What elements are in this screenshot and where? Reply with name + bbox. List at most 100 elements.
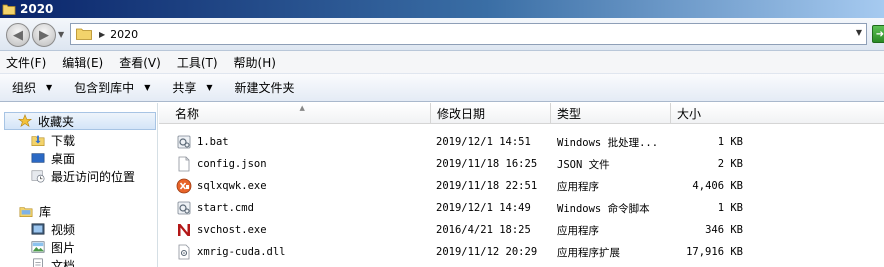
column-header-name[interactable]: 名称 ▲ <box>169 103 431 124</box>
go-arrow-icon: ➜ <box>875 28 884 40</box>
file-list: 1.bat 2019/12/1 14:51 Windows 批处理... 1 K… <box>159 124 884 267</box>
column-header-date[interactable]: 修改日期 <box>431 103 551 124</box>
menu-tools[interactable]: 工具(T) <box>177 54 218 71</box>
address-row: ◀ ▶ ▼ ▶ 2020 ▼ ➜ <box>0 18 884 51</box>
nav-label-libraries: 库 <box>39 204 52 219</box>
picture-icon <box>31 241 45 253</box>
nav-label-documents: 文档 <box>51 258 76 267</box>
nav-item-videos[interactable]: 视频 <box>30 220 75 238</box>
file-row[interactable]: sqlxqwk.exe 2019/11/18 22:51 应用程序 4,406 … <box>159 175 884 197</box>
address-history-dropdown-icon[interactable]: ▼ <box>856 28 862 37</box>
title-bar[interactable]: 2020 <box>0 0 884 18</box>
window-title: 2020 <box>20 2 54 16</box>
chevron-down-icon: ▼ <box>206 83 213 92</box>
folder-icon <box>76 28 92 40</box>
column-label-name: 名称 <box>175 107 200 121</box>
nav-item-libraries[interactable]: 库 <box>18 202 51 220</box>
breadcrumb-folder[interactable]: 2020 <box>110 28 138 41</box>
video-icon <box>31 223 45 235</box>
file-name: 1.bat <box>197 136 229 148</box>
back-arrow-icon: ◀ <box>13 27 23 43</box>
chevron-down-icon: ▼ <box>144 83 151 92</box>
n-exe-icon <box>178 224 190 236</box>
go-button[interactable]: ➜ <box>872 25 884 43</box>
nav-label-favorites: 收藏夹 <box>38 114 75 129</box>
organize-label: 组织 <box>12 81 37 95</box>
column-label-size: 大小 <box>677 107 702 121</box>
file-date: 2016/4/21 18:25 <box>436 224 531 236</box>
nav-label-downloads: 下载 <box>51 133 76 148</box>
file-size: 346 KB <box>705 224 743 236</box>
file-type: Windows 命令脚本 <box>557 202 650 215</box>
new-folder-label: 新建文件夹 <box>234 81 295 95</box>
forward-button[interactable]: ▶ <box>32 23 56 47</box>
column-header-type[interactable]: 类型 <box>551 103 671 124</box>
back-button[interactable]: ◀ <box>6 23 30 47</box>
column-label-type: 类型 <box>557 107 582 121</box>
nav-item-pictures[interactable]: 图片 <box>30 238 75 256</box>
nav-item-desktop[interactable]: 桌面 <box>30 149 75 167</box>
column-header-row: 名称 ▲ 修改日期 类型 大小 <box>159 103 884 124</box>
chevron-down-icon: ▼ <box>46 83 53 92</box>
nav-item-recent-places[interactable]: 最近访问的位置 <box>30 167 135 185</box>
file-type: 应用程序 <box>557 180 599 193</box>
folder-icon <box>2 4 16 15</box>
recent-pages-dropdown-icon[interactable]: ▼ <box>58 30 64 39</box>
cmd-file-icon <box>177 201 191 215</box>
recent-places-icon <box>31 170 45 183</box>
menu-help[interactable]: 帮助(H) <box>234 54 276 71</box>
new-folder-button[interactable]: 新建文件夹 <box>235 79 295 96</box>
nav-label-pictures: 图片 <box>51 240 76 255</box>
xmrig-exe-icon <box>176 178 192 194</box>
downloads-folder-icon <box>31 135 45 146</box>
file-row[interactable]: config.json 2019/11/18 16:25 JSON 文件 2 K… <box>159 153 884 175</box>
file-name: xmrig-cuda.dll <box>197 246 286 258</box>
menu-bar: 文件(F) 编辑(E) 查看(V) 工具(T) 帮助(H) <box>0 51 884 73</box>
batch-file-icon <box>177 135 191 149</box>
file-type: 应用程序扩展 <box>557 246 620 259</box>
file-date: 2019/12/1 14:51 <box>436 136 531 148</box>
file-row[interactable]: start.cmd 2019/12/1 14:49 Windows 命令脚本 1… <box>159 197 884 219</box>
nav-label-recent: 最近访问的位置 <box>51 169 136 184</box>
menu-view[interactable]: 查看(V) <box>119 54 161 71</box>
column-label-date: 修改日期 <box>437 107 486 121</box>
file-date: 2019/11/18 16:25 <box>436 158 538 170</box>
column-header-size[interactable]: 大小 <box>671 103 884 124</box>
file-row[interactable]: svchost.exe 2016/4/21 18:25 应用程序 346 KB <box>159 219 884 241</box>
file-name: sqlxqwk.exe <box>197 180 267 192</box>
breadcrumb-separator-icon[interactable]: ▶ <box>99 30 105 39</box>
file-type: JSON 文件 <box>557 158 610 171</box>
share-label: 共享 <box>172 81 197 95</box>
sort-ascending-icon: ▲ <box>299 104 305 112</box>
nav-item-documents[interactable]: 文档 <box>30 256 75 267</box>
file-row[interactable]: 1.bat 2019/12/1 14:51 Windows 批处理... 1 K… <box>159 131 884 153</box>
address-bar[interactable]: ▶ 2020 ▼ <box>70 23 867 45</box>
file-row[interactable]: xmrig-cuda.dll 2019/11/12 20:29 应用程序扩展 1… <box>159 241 884 263</box>
nav-item-downloads[interactable]: 下载 <box>30 131 75 149</box>
organize-button[interactable]: 组织 ▼ <box>12 79 52 96</box>
star-icon <box>17 114 33 127</box>
nav-item-favorites[interactable]: 收藏夹 <box>4 112 156 130</box>
include-in-library-button[interactable]: 包含到库中 ▼ <box>74 79 150 96</box>
file-size: 1 KB <box>717 136 743 148</box>
file-date: 2019/11/12 20:29 <box>436 246 538 258</box>
file-date: 2019/12/1 14:49 <box>436 202 531 214</box>
share-button[interactable]: 共享 ▼ <box>172 79 212 96</box>
file-date: 2019/11/18 22:51 <box>436 180 538 192</box>
file-type: 应用程序 <box>557 224 599 237</box>
include-library-label: 包含到库中 <box>74 81 135 95</box>
menu-file[interactable]: 文件(F) <box>6 54 46 71</box>
file-size: 1 KB <box>717 202 743 214</box>
nav-label-videos: 视频 <box>51 222 76 237</box>
file-size: 2 KB <box>717 158 743 170</box>
document-icon <box>33 258 43 267</box>
library-icon <box>19 207 33 217</box>
nav-label-desktop: 桌面 <box>51 151 76 166</box>
file-size: 17,916 KB <box>686 246 743 258</box>
file-type: Windows 批处理... <box>557 136 659 149</box>
forward-arrow-icon: ▶ <box>39 27 49 43</box>
menu-edit[interactable]: 编辑(E) <box>62 54 103 71</box>
file-size: 4,406 KB <box>692 180 743 192</box>
navigation-pane[interactable]: 收藏夹 下载 桌面 最近访问的位置 库 视频 图片 文档 <box>0 103 158 267</box>
dll-file-icon <box>178 244 190 260</box>
